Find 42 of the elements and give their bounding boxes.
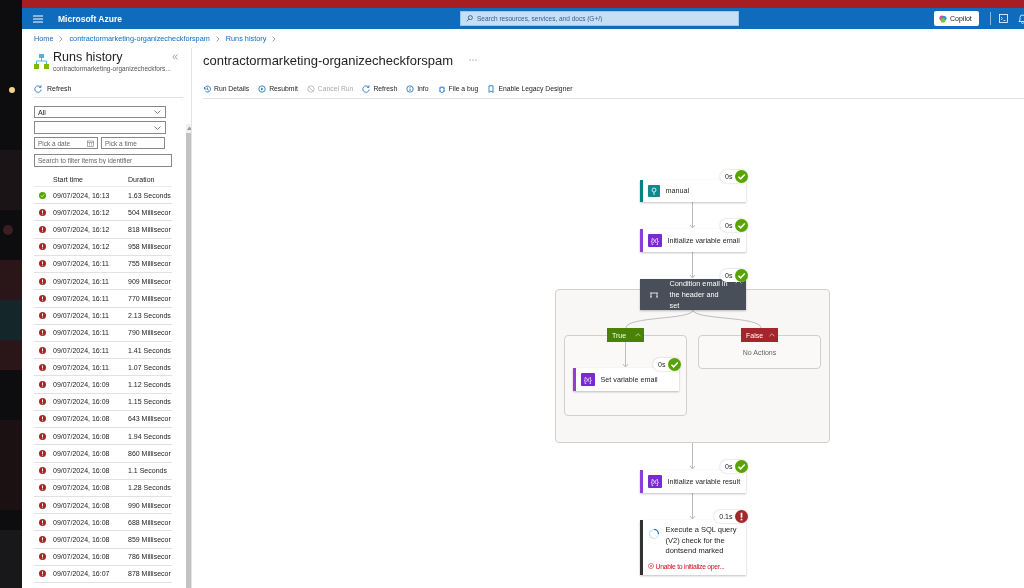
filter-dropdown[interactable] [34, 121, 166, 134]
bookmark-icon [487, 84, 496, 93]
history-icon [203, 84, 211, 93]
brand-name[interactable]: Microsoft Azure [58, 13, 122, 24]
panel-title: Runs history [53, 50, 124, 65]
collapse-icon[interactable] [172, 54, 178, 60]
play-circle-icon [258, 84, 267, 93]
scrollbar[interactable] [186, 124, 191, 588]
cancel-icon [306, 84, 315, 93]
chevron-icon [215, 35, 220, 42]
chevron-down-icon [154, 125, 161, 130]
search-icon [466, 15, 473, 22]
hierarchy-icon [34, 54, 49, 70]
variable-icon: {x} [647, 234, 662, 247]
caret-icon [635, 333, 641, 337]
scroll-up-icon[interactable] [187, 126, 191, 130]
variable-icon: {x} [647, 475, 662, 488]
page-title: contractormarketing-organizecheckforspam [203, 52, 453, 68]
connector-arrow [689, 493, 696, 520]
connector-arrow [622, 342, 629, 368]
connector-line [692, 310, 762, 328]
refresh-icon [362, 84, 371, 93]
menu-icon[interactable] [33, 14, 43, 23]
copilot-icon [939, 14, 947, 23]
trigger-icon [647, 185, 660, 197]
spinner-icon [647, 528, 660, 540]
connector-arrow [689, 202, 696, 229]
calendar-icon[interactable] [87, 139, 94, 147]
chevron-down-icon [154, 110, 161, 114]
chevron-icon [59, 35, 64, 42]
bug-icon [437, 84, 446, 93]
connector-arrow [689, 252, 696, 279]
terminal-icon[interactable] [999, 14, 1008, 23]
error-circle-icon [647, 563, 654, 569]
caret-icon [769, 333, 775, 337]
chevron-icon [272, 35, 277, 42]
refresh-icon [34, 84, 42, 93]
connector-arrow [689, 443, 696, 470]
collapse-caret-icon[interactable] [734, 280, 742, 284]
variable-icon: {x} [580, 373, 595, 386]
connector-line [625, 310, 694, 328]
info-icon [406, 84, 415, 93]
